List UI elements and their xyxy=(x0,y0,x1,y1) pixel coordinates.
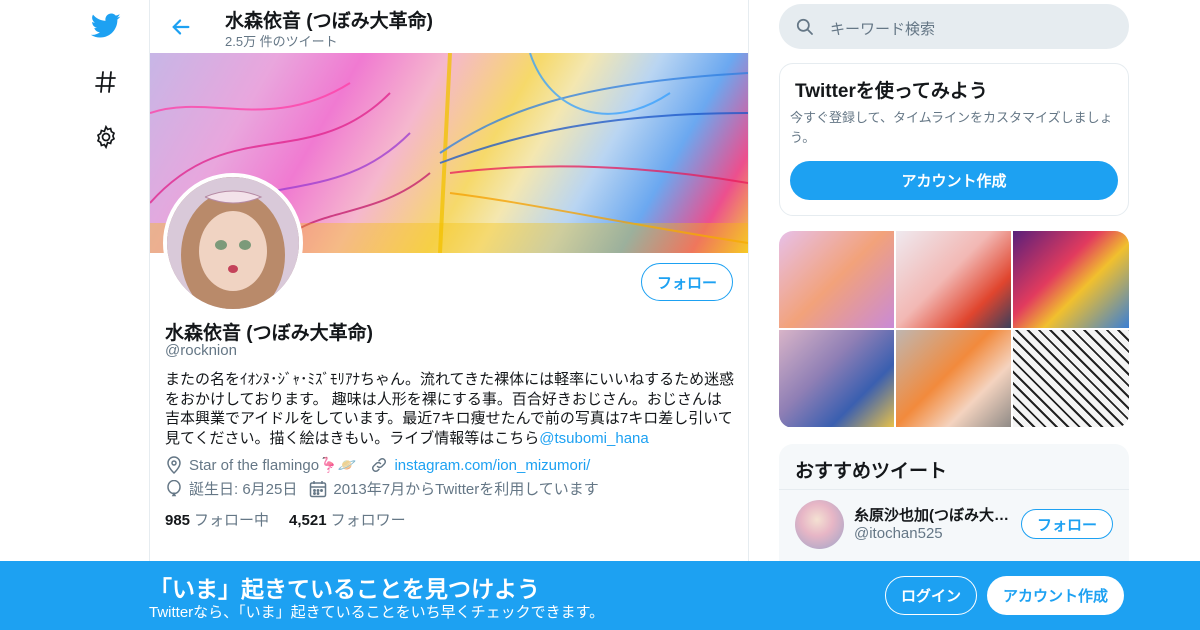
profile-bio: またの名をｲｵﾝﾇ･ｼﾞｬ･ﾐｽﾞﾓﾘｱﾅちゃん。流れてきた裸体には軽率にいいね… xyxy=(165,370,735,448)
media-thumbnail[interactable] xyxy=(896,231,1011,328)
following-count: 985 xyxy=(165,512,191,529)
left-nav xyxy=(80,0,130,630)
signup-card-title: Twitterを使ってみよう xyxy=(795,81,988,102)
signup-banner-title: 「いま」起きていることを見つけよう xyxy=(149,576,540,602)
signup-banner: 「いま」起きていることを見つけよう Twitterなら、「いま」起きていることを… xyxy=(0,561,1200,630)
recommended-user-name[interactable]: 糸原沙也加(つぼみ大革命) xyxy=(854,504,1012,525)
profile-meta-location-row: Star of the flamingo🦩🪐 instagram.com/ion… xyxy=(165,456,590,474)
profile-name: 水森依音 (つぼみ大革命) xyxy=(165,323,373,344)
media-thumbnail[interactable] xyxy=(779,231,894,328)
header-profile-name: 水森依音 (つぼみ大革命) xyxy=(225,11,433,32)
profile-header-bar: 水森依音 (つぼみ大革命) 2.5万 件のツイート xyxy=(150,0,748,53)
gear-icon[interactable] xyxy=(90,121,122,153)
media-thumbnail[interactable] xyxy=(779,330,894,427)
link-icon xyxy=(370,456,388,474)
profile-avatar[interactable] xyxy=(163,173,303,313)
avatar-portrait xyxy=(167,177,299,309)
search-icon xyxy=(795,17,814,41)
recommended-title: おすすめツイート xyxy=(795,461,948,482)
profile-stats: 985 フォロー中 4,521 フォロワー xyxy=(165,509,406,530)
followers-label: フォロワー xyxy=(330,512,406,529)
signup-card-description: 今すぐ登録して、タイムラインをカスタマイズしましょう。 xyxy=(790,110,1113,145)
recommended-user-handle: @itochan525 xyxy=(854,525,943,542)
signup-banner-subtitle: Twitterなら、「いま」起きていることをいち早くチェックできます。 xyxy=(149,604,605,621)
bio-mention-link[interactable]: @tsubomi_hana xyxy=(539,430,648,447)
followers-count: 4,521 xyxy=(289,512,327,529)
login-button[interactable]: ログイン xyxy=(885,576,977,615)
create-account-button[interactable]: アカウント作成 xyxy=(987,576,1124,615)
media-thumbnail[interactable] xyxy=(1013,231,1129,328)
signup-card: Twitterを使ってみよう 今すぐ登録して、タイムラインをカスタマイズしましょ… xyxy=(779,63,1129,216)
follow-button[interactable]: フォロー xyxy=(641,263,733,301)
profile-website-link[interactable]: instagram.com/ion_mizumori/ xyxy=(394,457,590,474)
location-pin-icon xyxy=(165,456,183,474)
search-input[interactable]: キーワード検索 xyxy=(830,18,935,39)
twitter-bird-icon[interactable] xyxy=(90,10,122,42)
followers-stat[interactable]: 4,521 フォロワー xyxy=(289,509,406,530)
profile-column: 水森依音 (つぼみ大革命) 2.5万 件のツイート フォロー 水森依音 (つぼみ… xyxy=(149,0,749,630)
balloon-icon xyxy=(165,479,183,498)
twitter-profile-page: 水森依音 (つぼみ大革命) 2.5万 件のツイート フォロー 水森依音 (つぼみ… xyxy=(0,0,1200,630)
following-stat[interactable]: 985 フォロー中 xyxy=(165,509,269,530)
profile-meta-dates-row: 誕生日: 6月25日 2013年7月からTwitterを利用しています xyxy=(165,478,599,499)
search-box[interactable]: キーワード検索 xyxy=(779,4,1129,49)
hashtag-icon[interactable] xyxy=(90,66,122,98)
media-thumbnail[interactable] xyxy=(896,330,1011,427)
following-label: フォロー中 xyxy=(194,512,270,529)
recommended-follow-button[interactable]: フォロー xyxy=(1021,509,1113,539)
calendar-icon xyxy=(309,480,327,498)
profile-handle: @rocknion xyxy=(165,342,237,359)
signup-card-button[interactable]: アカウント作成 xyxy=(790,161,1118,200)
back-arrow-icon[interactable] xyxy=(168,14,194,40)
recommended-user-avatar[interactable] xyxy=(795,500,844,549)
header-tweet-count: 2.5万 件のツイート xyxy=(225,34,338,49)
divider xyxy=(779,489,1129,490)
media-thumbnail[interactable] xyxy=(1013,330,1129,427)
profile-joined-date: 2013年7月からTwitterを利用しています xyxy=(333,481,599,498)
profile-location: Star of the flamingo🦩🪐 xyxy=(189,457,357,474)
media-grid xyxy=(779,231,1129,428)
profile-birthday: 誕生日: 6月25日 xyxy=(189,481,298,498)
